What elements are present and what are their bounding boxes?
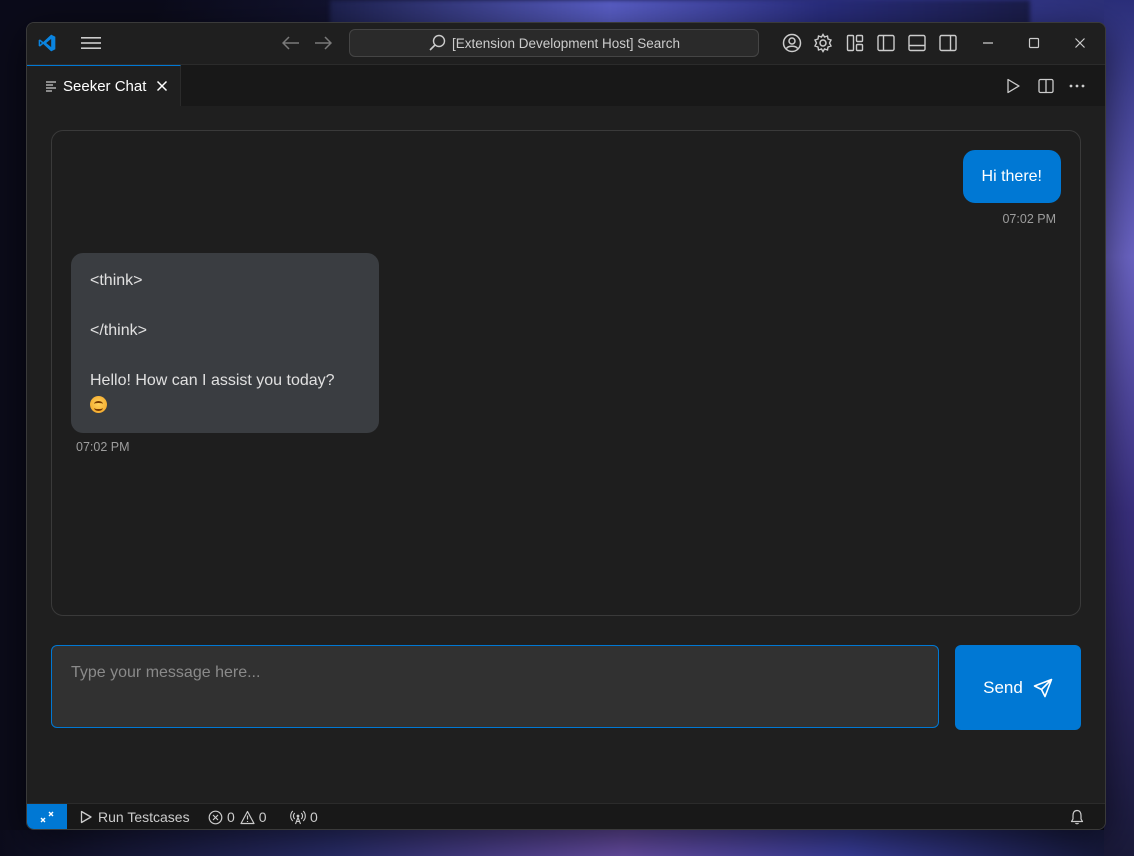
preview-icon	[45, 80, 57, 92]
close-window-icon[interactable]	[1065, 32, 1095, 54]
search-icon	[428, 34, 446, 52]
error-icon	[208, 810, 223, 825]
account-icon[interactable]	[780, 32, 804, 54]
close-tab-icon[interactable]	[156, 80, 168, 92]
ports-indicator[interactable]: 0	[290, 804, 318, 829]
message-input[interactable]	[51, 645, 939, 728]
minimize-icon[interactable]	[973, 32, 1003, 54]
run-testcases-button[interactable]: Run Testcases	[79, 804, 190, 829]
vscode-window: [Extension Development Host] Search Seek…	[26, 22, 1106, 830]
send-button[interactable]: Send	[955, 645, 1081, 730]
title-bar: [Extension Development Host] Search	[27, 23, 1105, 65]
assistant-message-time: 07:02 PM	[76, 440, 130, 454]
desktop-wallpaper-bottom	[0, 830, 1134, 856]
ports-count: 0	[310, 809, 318, 825]
status-bar: Run Testcases 0 0 0	[27, 803, 1105, 829]
run-testcases-label: Run Testcases	[98, 809, 190, 825]
customize-layout-icon[interactable]	[843, 32, 867, 54]
gear-icon[interactable]	[811, 32, 835, 54]
problems-indicator[interactable]: 0 0	[208, 804, 267, 829]
chat-webview: Hi there! 07:02 PM <think> </think> Hell…	[27, 106, 1105, 803]
vscode-logo-icon	[35, 31, 59, 55]
command-center-search[interactable]: [Extension Development Host] Search	[349, 29, 759, 57]
desktop-wallpaper-right	[1104, 0, 1134, 856]
send-button-label: Send	[983, 677, 1023, 697]
user-message-bubble: Hi there!	[962, 150, 1061, 203]
toggle-primary-sidebar-icon[interactable]	[874, 32, 898, 54]
assistant-message-text: Hello! How can I assist you today?	[90, 372, 335, 389]
remote-indicator[interactable]	[27, 804, 67, 829]
tab-seeker-chat[interactable]: Seeker Chat	[27, 65, 181, 106]
maximize-icon[interactable]	[1019, 32, 1049, 54]
more-actions-icon[interactable]	[1065, 75, 1089, 97]
split-editor-icon[interactable]	[1034, 75, 1058, 97]
run-icon[interactable]	[1001, 75, 1025, 97]
play-icon	[79, 810, 93, 824]
tab-label: Seeker Chat	[63, 77, 147, 95]
toggle-panel-icon[interactable]	[905, 32, 929, 54]
user-message-text: Hi there!	[981, 167, 1042, 185]
warning-count: 0	[258, 809, 267, 825]
assistant-think-close: </think>	[90, 322, 147, 339]
assistant-message-bubble: <think> </think> Hello! How can I assist…	[71, 253, 379, 433]
assistant-think-open: <think>	[90, 272, 143, 289]
remote-icon	[39, 809, 55, 825]
broadcast-icon	[290, 810, 306, 825]
chat-history[interactable]: Hi there! 07:02 PM <think> </think> Hell…	[51, 130, 1081, 616]
forward-arrow-icon[interactable]	[311, 33, 335, 53]
search-label: [Extension Development Host] Search	[451, 35, 681, 51]
back-arrow-icon[interactable]	[279, 33, 303, 53]
send-icon	[1033, 678, 1053, 698]
user-message-time: 07:02 PM	[1002, 212, 1056, 226]
error-count: 0	[227, 809, 235, 825]
toggle-secondary-sidebar-icon[interactable]	[936, 32, 960, 54]
smiling-face-emoji-icon	[90, 396, 107, 413]
notifications-bell-icon[interactable]	[1070, 804, 1084, 829]
menu-icon[interactable]	[79, 33, 103, 53]
editor-tabs-bar: Seeker Chat	[27, 65, 1105, 107]
warning-icon	[240, 810, 255, 825]
